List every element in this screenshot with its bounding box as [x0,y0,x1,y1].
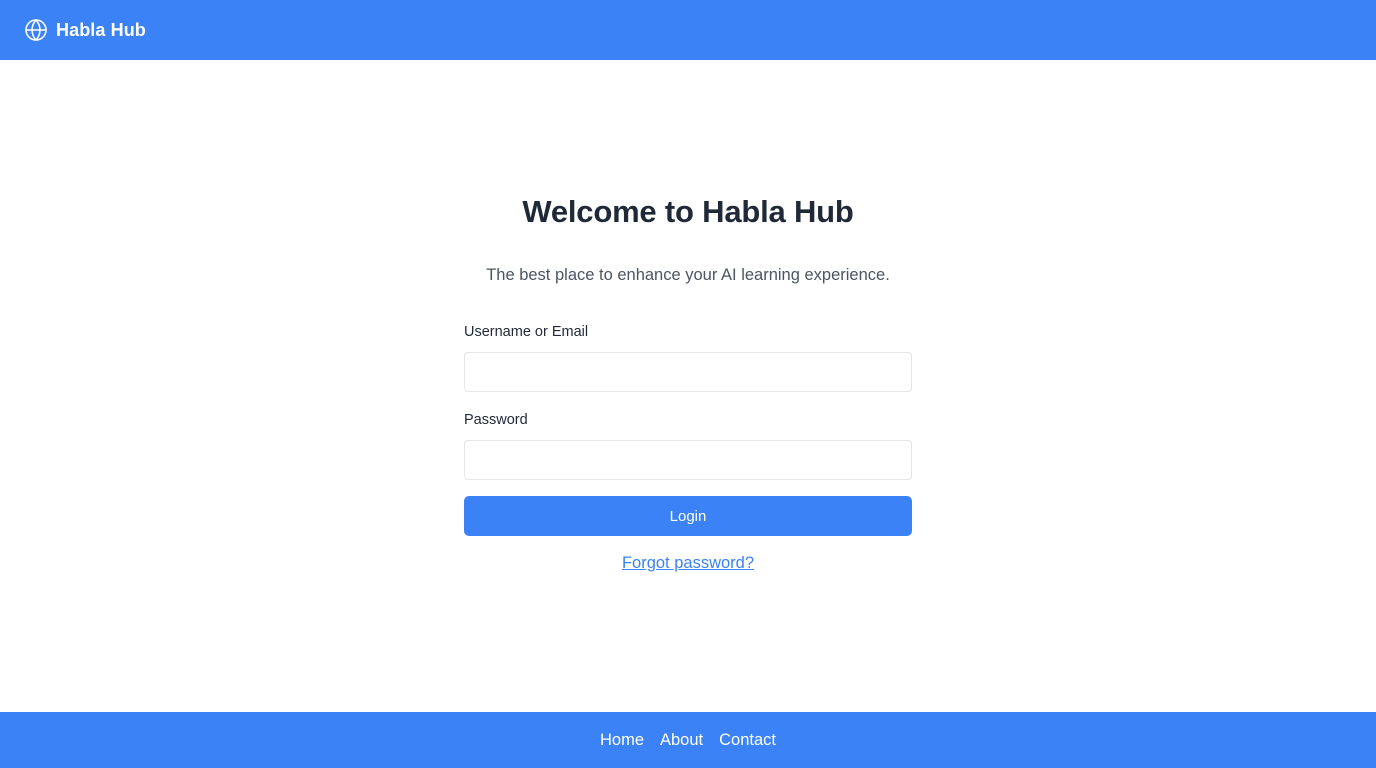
username-label: Username or Email [464,324,589,340]
footer: Home About Contact [0,712,1376,768]
forgot-password-link[interactable]: Forgot password? [622,554,754,572]
main-content: Welcome to Habla Hub The best place to e… [0,60,1376,712]
brand-name: Habla Hub [56,19,146,40]
page-title: Welcome to Habla Hub [522,194,854,229]
login-page: Habla Hub Welcome to Habla Hub The best … [0,0,1376,768]
login-form: Username or Email Password Login Forgot … [464,322,912,573]
page-subtitle: The best place to enhance your AI learni… [486,266,890,284]
brand-link[interactable]: Habla Hub [24,18,146,42]
login-button[interactable]: Login [464,496,912,536]
forgot-password-wrap: Forgot password? [464,554,912,573]
footer-link-about[interactable]: About [660,731,703,750]
top-navbar: Habla Hub [0,0,1376,60]
globe-icon [24,18,48,42]
footer-link-home[interactable]: Home [600,731,644,750]
password-label: Password [464,412,528,428]
username-input[interactable] [464,352,912,392]
password-group: Password [464,410,912,480]
password-input[interactable] [464,440,912,480]
footer-link-contact[interactable]: Contact [719,731,776,750]
